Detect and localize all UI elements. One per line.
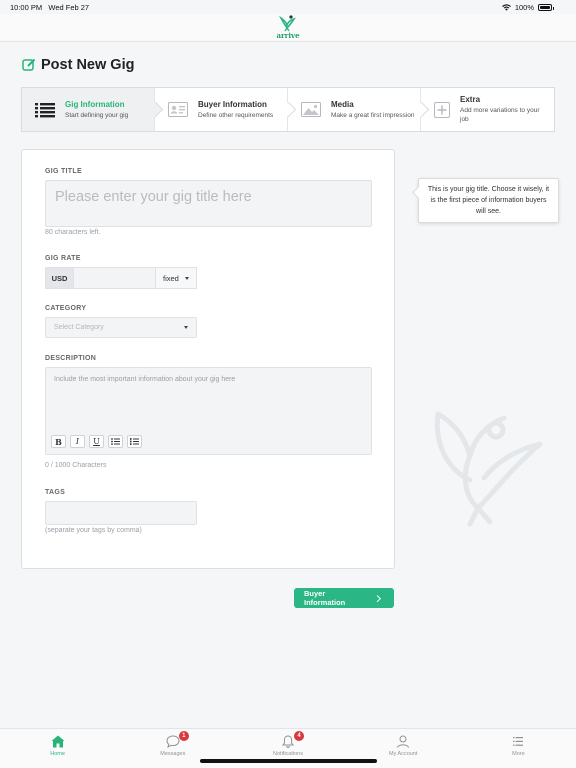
description-count: 0 / 1000 Characters — [45, 462, 107, 469]
status-date: Wed Feb 27 — [48, 3, 90, 12]
next-button-label: Buyer Information — [304, 589, 346, 607]
step-title: Extra — [460, 95, 481, 104]
gig-title-input[interactable]: Please enter your gig title here — [45, 180, 372, 227]
rate-type-value: fixed — [163, 273, 179, 283]
step-desc: Make a great first impression — [331, 111, 415, 119]
category-placeholder: Select Category — [54, 324, 104, 331]
rate-amount-input[interactable] — [74, 267, 155, 289]
status-right: 100% — [501, 3, 554, 12]
image-icon — [301, 102, 321, 117]
numbered-list-button[interactable] — [127, 435, 142, 448]
bullet-list-button[interactable] — [108, 435, 123, 448]
tab-label: Home — [50, 751, 65, 757]
app-header: arrive — [0, 14, 576, 42]
tab-label: My Account — [388, 751, 418, 757]
rate-type-select[interactable]: fixed — [155, 267, 197, 289]
description-editor[interactable]: Include the most important information a… — [45, 367, 372, 455]
italic-button[interactable]: I — [70, 435, 85, 448]
page-title-text: Post New Gig — [41, 57, 135, 73]
tab-label: Notifications — [273, 751, 303, 757]
gig-title-tooltip: This is your gig title. Choose it wisely… — [418, 178, 559, 223]
bell-icon — [281, 735, 295, 748]
id-card-icon — [168, 102, 188, 117]
user-icon — [397, 735, 410, 748]
tags-hint: (separate your tags by comma) — [45, 527, 142, 534]
chevron-down-icon — [184, 326, 188, 329]
wizard-steps: Gig Information Start defining your gig … — [21, 87, 555, 132]
step-gig-information[interactable]: Gig Information Start defining your gig — [22, 88, 164, 131]
tab-label: Messages — [160, 751, 186, 757]
category-label: CATEGORY — [45, 305, 87, 312]
tags-label: TAGS — [45, 489, 66, 496]
category-select[interactable]: Select Category — [45, 317, 197, 338]
gig-title-label: GIG TITLE — [45, 168, 82, 175]
step-title: Media — [331, 99, 354, 109]
status-time: 10:00 PM Wed Feb 27 — [10, 3, 90, 12]
bird-logo-icon — [278, 15, 296, 32]
step-buyer-information[interactable]: Buyer Information Define other requireme… — [154, 88, 297, 131]
chevron-down-icon — [184, 276, 189, 280]
currency-label: USD — [45, 267, 74, 289]
numbered-list-icon — [130, 438, 139, 445]
page-title: Post New Gig — [22, 57, 134, 73]
chat-bubble-icon — [166, 735, 180, 749]
step-media[interactable]: Media Make a great first impression — [287, 88, 430, 131]
tab-more[interactable]: More — [461, 729, 576, 768]
status-bar: 10:00 PM Wed Feb 27 100% — [0, 0, 576, 14]
bullet-list-icon — [111, 438, 120, 445]
bold-button[interactable]: B — [51, 435, 66, 448]
chevron-right-icon — [374, 594, 382, 602]
battery-icon — [538, 4, 554, 11]
messages-badge: 1 — [178, 731, 189, 741]
tab-label: More — [512, 751, 525, 757]
list-icon — [35, 102, 55, 117]
underline-button[interactable]: U — [89, 435, 104, 448]
logo-text: arrive — [276, 31, 300, 40]
gig-form-card: GIG TITLE Please enter your gig title he… — [21, 149, 395, 569]
step-title: Buyer Information — [198, 99, 267, 109]
step-desc: Start defining your gig — [65, 111, 129, 119]
app-logo[interactable]: arrive — [272, 14, 304, 41]
wifi-icon — [501, 4, 511, 11]
menu-list-icon — [513, 737, 524, 746]
chars-left-text: 80 characters left. — [45, 229, 101, 236]
edit-icon — [22, 58, 36, 71]
home-icon — [51, 735, 65, 748]
tab-home[interactable]: Home — [0, 729, 115, 768]
description-label: DESCRIPTION — [45, 355, 97, 362]
gig-rate-group: USD fixed — [45, 267, 197, 289]
step-desc: Define other requirements — [198, 111, 274, 119]
bird-watermark-icon — [434, 411, 543, 527]
step-extra[interactable]: Extra Add more variations to your job — [420, 88, 554, 131]
description-placeholder: Include the most important information a… — [54, 376, 236, 383]
step-title: Gig Information — [65, 99, 125, 109]
step-desc: Add more variations to your job — [460, 107, 540, 123]
gig-rate-label: GIG RATE — [45, 255, 81, 262]
buyer-information-button[interactable]: Buyer Information — [294, 588, 394, 608]
notifications-badge: 4 — [294, 731, 304, 741]
editor-toolbar: B I U — [51, 435, 142, 448]
battery-percent: 100% — [514, 3, 534, 12]
plus-box-icon — [434, 101, 450, 118]
tags-input[interactable] — [45, 501, 197, 525]
home-indicator — [200, 759, 377, 763]
